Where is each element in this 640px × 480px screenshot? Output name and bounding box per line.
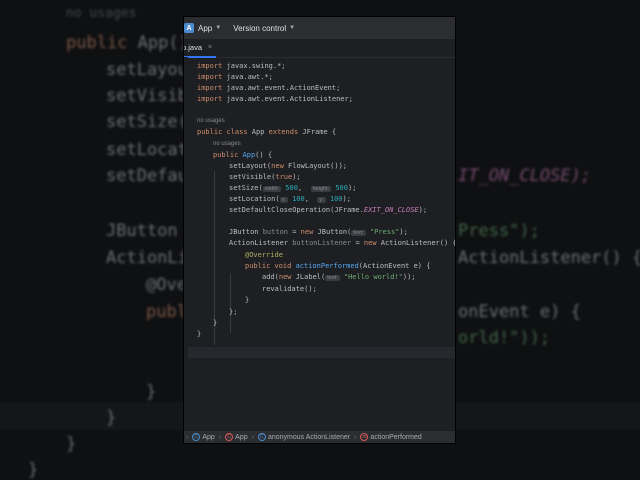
breadcrumb-separator: › xyxy=(186,433,189,441)
code-line: import java.awt.event.ActionListener; xyxy=(197,95,353,103)
tab-app-java[interactable]: p.java × xyxy=(184,39,217,58)
chevron-down-icon: ▼ xyxy=(289,25,296,31)
code-line: public App() { xyxy=(213,151,273,159)
background-code-line: orld!")); xyxy=(458,328,551,348)
vcs-label: Version control xyxy=(233,23,287,33)
background-code-line: Press"); xyxy=(458,221,540,241)
background-constructor-line: public App() xyxy=(66,33,189,53)
code-line: public class App extends JFrame { xyxy=(197,128,337,136)
chevron-down-icon: ▼ xyxy=(215,25,222,31)
usages-hint[interactable]: no usages xyxy=(197,116,225,127)
background-code-line: onEvent e) { xyxy=(458,302,581,322)
code-editor[interactable]: import javax.swing.*; import java.awt.*;… xyxy=(184,57,455,431)
method-icon: m xyxy=(360,433,369,441)
background-code-line: setDefau xyxy=(106,166,188,186)
parameter-hint: text: xyxy=(351,230,366,236)
background-code-line: setSize( xyxy=(106,112,188,132)
breadcrumb-item[interactable]: C anonymous ActionListener xyxy=(257,433,351,441)
project-name: App xyxy=(198,23,213,33)
code-line: import java.awt.*; xyxy=(197,73,273,81)
close-icon[interactable]: × xyxy=(208,44,212,51)
code-line: } xyxy=(245,296,250,304)
code-line: setSize(width: 500, height: 500); xyxy=(229,184,357,192)
background-code-line: ActionListener() { xyxy=(458,248,640,268)
breadcrumb-separator: › xyxy=(218,433,222,441)
code-line: @Override xyxy=(245,251,283,259)
breadcrumb-separator: › xyxy=(354,433,357,441)
ide-window: A App ▼ Version control ▼ p.java × impor… xyxy=(184,17,455,443)
project-badge-icon: A xyxy=(184,23,194,33)
code-line: add(new JLabel(text: "Hello world!")); xyxy=(262,273,416,281)
breadcrumb-label: anonymous ActionListener xyxy=(267,433,351,441)
code-line: } xyxy=(197,330,202,338)
background-code-line: ActionLi xyxy=(106,248,188,268)
project-selector[interactable]: A App ▼ xyxy=(184,23,221,33)
breadcrumb: › C App › C App › C anonymous ActionList… xyxy=(184,431,455,443)
anonymous-class-icon: C xyxy=(257,433,266,441)
code-line: import javax.swing.*; xyxy=(197,62,286,70)
background-code-line: } xyxy=(28,460,39,480)
background-code-line: @Ove xyxy=(146,275,187,295)
breadcrumb-label: App xyxy=(235,433,248,441)
class-icon: C xyxy=(192,433,201,441)
parameter-hint: y: xyxy=(317,197,326,203)
code-line: public void actionPerformed(ActionEvent … xyxy=(245,262,431,270)
parameter-hint: height: xyxy=(310,186,332,192)
code-line: setLayout(new FlowLayout()); xyxy=(229,162,348,170)
constructor-icon: C xyxy=(225,433,234,441)
background-code-line: JButton xyxy=(106,221,178,241)
code-line: setDefaultCloseOperation(JFrame.EXIT_ON_… xyxy=(229,206,428,214)
code-line: revalidate(); xyxy=(262,285,317,293)
breadcrumb-item[interactable]: m actionPerformed xyxy=(360,433,422,441)
code-line: ActionListener buttonListener = new Acti… xyxy=(229,239,455,247)
breadcrumb-separator: › xyxy=(251,433,254,441)
code-line: JButton button = new JButton(text: "Pres… xyxy=(229,228,408,236)
usages-hint[interactable]: no usages xyxy=(213,139,241,150)
tab-label: p.java xyxy=(184,43,203,52)
indent-guide xyxy=(230,273,231,333)
parameter-hint: x: xyxy=(279,197,288,203)
background-code-line: publ xyxy=(146,302,187,322)
code-line: setLocation(x: 100, y: 100); xyxy=(229,195,351,203)
current-line-highlight xyxy=(188,347,455,358)
parameter-hint: width: xyxy=(262,186,282,192)
code-line: import java.awt.event.ActionEvent; xyxy=(197,84,341,92)
background-code-line: } xyxy=(146,382,157,402)
background-hint: no usages xyxy=(66,6,137,21)
vcs-selector[interactable]: Version control ▼ xyxy=(233,24,295,33)
parameter-hint: text: xyxy=(325,275,340,281)
breadcrumb-item[interactable]: C App xyxy=(225,433,248,441)
breadcrumb-item[interactable]: C App xyxy=(192,433,215,441)
code-line: setVisible(true); xyxy=(229,173,301,181)
code-line: }; xyxy=(229,308,238,316)
main-toolbar: A App ▼ Version control ▼ xyxy=(184,17,455,39)
editor-tabs: p.java × xyxy=(184,39,455,58)
breadcrumb-label: App xyxy=(202,433,215,441)
background-code-line: } xyxy=(106,408,117,428)
code-line: } xyxy=(213,319,218,327)
background-code-line: } xyxy=(66,434,77,454)
background-code-line: IT_ON_CLOSE); xyxy=(458,166,592,186)
breadcrumb-label: actionPerformed xyxy=(370,433,422,441)
